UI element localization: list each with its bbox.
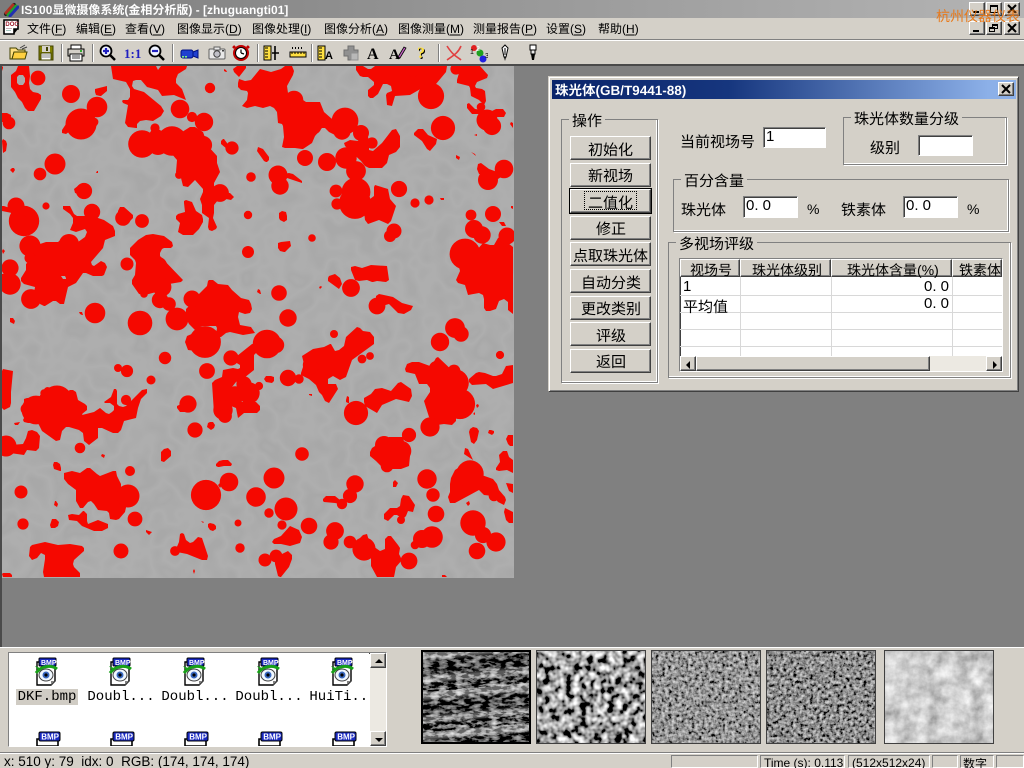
svg-text:?: ? — [417, 45, 425, 62]
svg-text:3: 3 — [485, 53, 488, 60]
svg-text:1:1: 1:1 — [124, 46, 141, 61]
svg-text:BMP: BMP — [263, 733, 281, 742]
svg-text:BMP: BMP — [337, 733, 355, 742]
svg-text:1: 1 — [470, 49, 474, 56]
svg-text:BMP: BMP — [189, 733, 207, 742]
svg-text:A: A — [389, 47, 400, 63]
svg-text:DOC: DOC — [5, 22, 19, 28]
svg-text:BMP: BMP — [41, 733, 59, 742]
svg-text:BMP: BMP — [115, 733, 133, 742]
svg-text:2: 2 — [476, 46, 480, 53]
svg-text:A: A — [367, 46, 379, 63]
svg-text:A: A — [325, 50, 333, 62]
